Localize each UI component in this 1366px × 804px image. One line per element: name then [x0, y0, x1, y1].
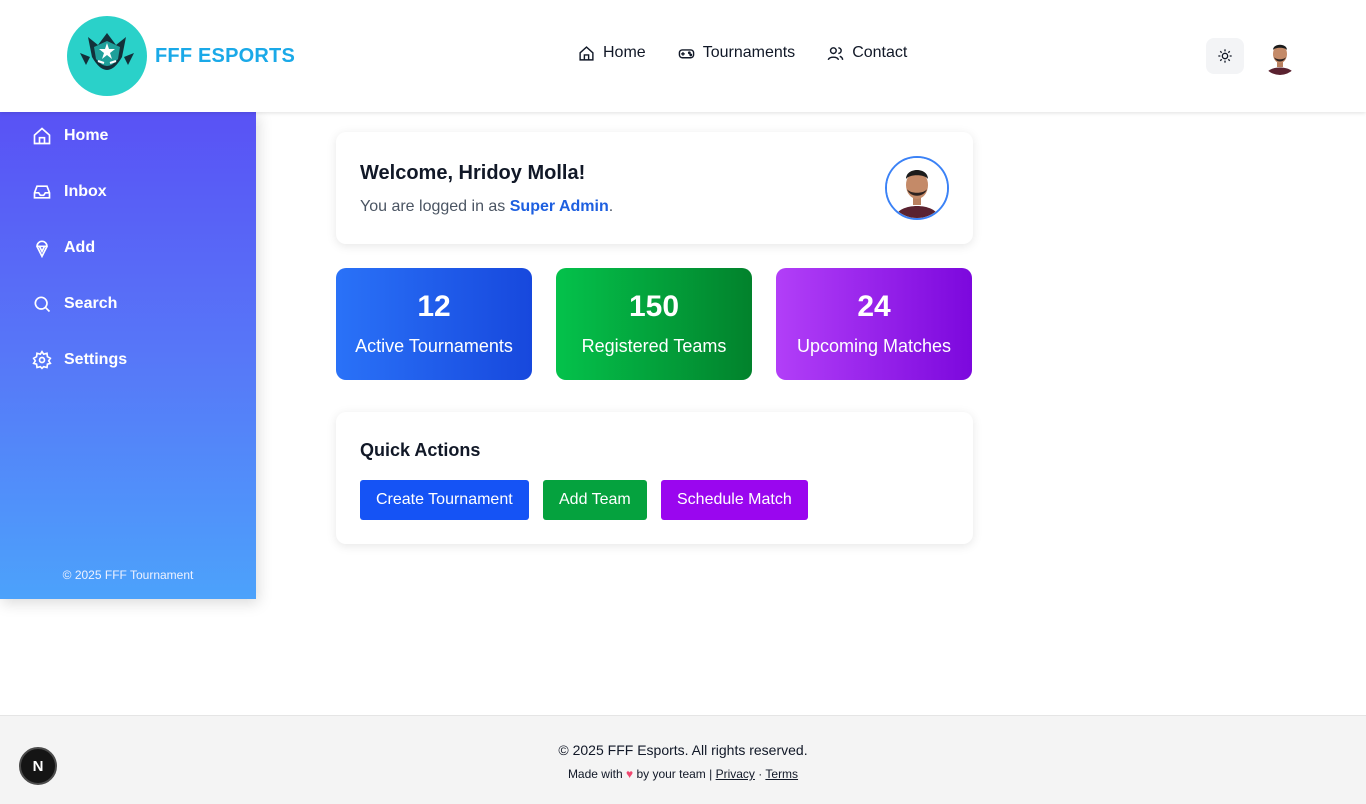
brand-name: FFF ESPORTS [155, 44, 295, 67]
theme-toggle-button[interactable] [1206, 38, 1244, 74]
page-footer: © 2025 FFF Esports. All rights reserved.… [0, 715, 1366, 804]
nav-contact[interactable]: Contact [827, 44, 907, 62]
dev-tools-badge[interactable]: N [19, 747, 57, 785]
welcome-title: Welcome, Hridoy Molla! [360, 162, 586, 184]
search-icon [34, 296, 51, 313]
sidebar-copyright: © 2025 FFF Tournament [62, 568, 194, 582]
stat-card-active-tournaments: 12 Active Tournaments [336, 268, 532, 380]
users-icon [827, 46, 844, 60]
add-team-button[interactable]: Add Team [543, 480, 647, 520]
create-tournament-button[interactable]: Create Tournament [360, 480, 529, 520]
welcome-prefix: You are logged in as [360, 198, 510, 215]
esports-mascot-logo-icon [67, 16, 147, 96]
schedule-match-button[interactable]: Schedule Match [661, 480, 808, 520]
terms-link[interactable]: Terms [765, 767, 798, 781]
welcome-card: Welcome, Hridoy Molla! You are logged in… [336, 132, 973, 244]
top-header: FFF ESPORTS Home Tournaments Contact [0, 0, 1366, 112]
gamepad-icon [678, 48, 694, 58]
user-avatar[interactable] [1261, 37, 1299, 75]
sidebar-item-home[interactable]: Home [32, 126, 108, 146]
by-team-text: by your team | [633, 767, 716, 781]
main-nav: Home Tournaments Contact [578, 44, 907, 62]
nav-contact-label: Contact [852, 44, 908, 61]
footer-copyright: © 2025 FFF Esports. All rights reserved. [558, 742, 808, 758]
nav-home[interactable]: Home [578, 44, 646, 62]
footer-separator: · [754, 767, 766, 781]
stat-label: Active Tournaments [355, 336, 513, 356]
stat-card-upcoming-matches: 24 Upcoming Matches [776, 268, 972, 380]
stat-value: 150 [628, 290, 680, 323]
privacy-link[interactable]: Privacy [716, 767, 755, 781]
made-with-text: Made with [567, 767, 623, 781]
gear-icon [32, 350, 52, 370]
stat-card-registered-teams: 150 Registered Teams [556, 268, 752, 380]
sidebar-item-settings[interactable]: Settings [32, 350, 127, 370]
sidebar-item-label: Settings [64, 351, 128, 368]
welcome-suffix: . [608, 198, 614, 215]
stat-label: Registered Teams [581, 336, 727, 356]
brand-logo-link[interactable]: FFF ESPORTS [67, 16, 295, 96]
stat-value: 24 [857, 290, 891, 323]
inbox-icon [33, 185, 51, 199]
home-icon [33, 127, 51, 145]
sidebar-item-label: Search [64, 295, 118, 312]
home-icon [579, 45, 594, 61]
sidebar-item-label: Add [64, 239, 96, 256]
sidebar: Home Inbox Add Search Settings © 2025 FF… [0, 112, 256, 599]
quick-actions-title: Quick Actions [360, 440, 481, 460]
user-role: Super Admin [509, 198, 609, 215]
nav-tournaments[interactable]: Tournaments [678, 44, 796, 62]
footer-credits: Made with ♥ by your team | Privacy · Ter… [0, 767, 1366, 781]
nav-home-label: Home [603, 44, 646, 61]
stat-label: Upcoming Matches [796, 336, 952, 356]
sidebar-item-add[interactable]: Add [32, 238, 95, 258]
sidebar-item-inbox[interactable]: Inbox [32, 182, 107, 202]
sidebar-item-label: Inbox [64, 183, 107, 200]
sidebar-item-search[interactable]: Search [32, 294, 117, 314]
welcome-subtitle: You are logged in as Super Admin. [360, 198, 613, 216]
nav-tournaments-label: Tournaments [702, 44, 796, 61]
sidebar-item-label: Home [64, 127, 109, 144]
profile-avatar [885, 156, 949, 220]
quick-actions-card: Quick Actions Create Tournament Add Team… [336, 412, 973, 544]
ice-cream-icon [36, 240, 48, 258]
stat-value: 12 [417, 290, 451, 323]
sun-icon [1218, 49, 1232, 63]
